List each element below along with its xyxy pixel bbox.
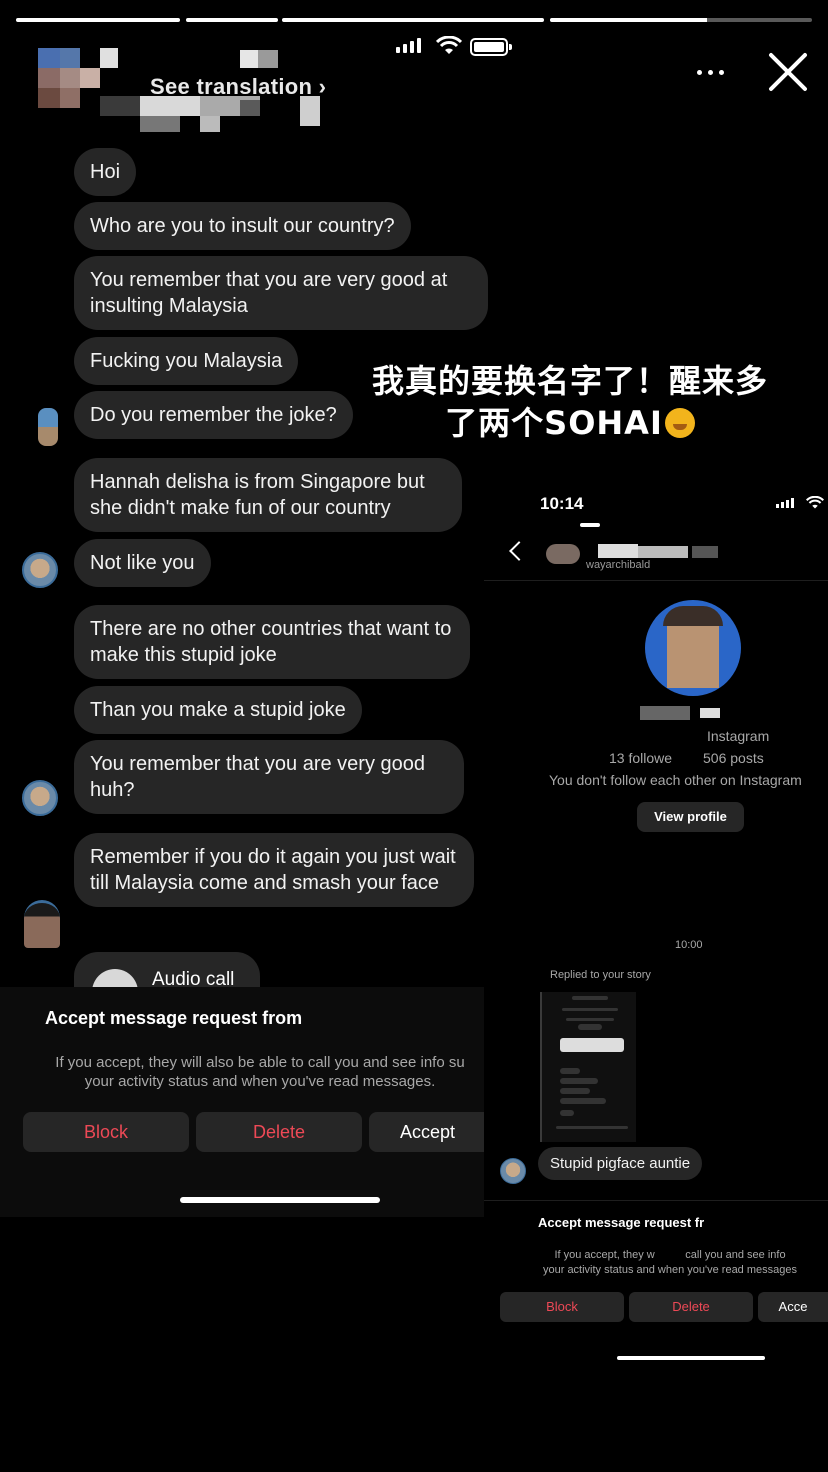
inset-request-info-line: your activity status and when you've rea… — [542, 1264, 797, 1276]
message-bubble: Hannah delisha is from Singapore but she… — [74, 458, 462, 532]
view-profile-button[interactable]: View profile — [637, 802, 744, 832]
message-bubble: Who are you to insult our country? — [74, 202, 411, 250]
wifi-icon — [436, 36, 462, 54]
inset-replied-label: Replied to your story — [550, 969, 651, 981]
inset-username: wayarchibald — [586, 559, 651, 571]
message-request-info-line: your activity status and when you've rea… — [84, 1073, 436, 1090]
message-bubble: Not like you — [74, 539, 211, 587]
pixelated-handle — [240, 50, 280, 68]
profile-hair — [663, 606, 723, 626]
inset-wifi-icon — [806, 496, 824, 509]
battery-icon — [470, 38, 512, 56]
inset-block-button[interactable]: Block — [500, 1292, 624, 1322]
pixelated-username — [100, 96, 360, 136]
overlay-line-1: 我真的要换名字了！醒来多 — [371, 362, 768, 400]
message-bubble: You remember that you are very good huh? — [74, 740, 464, 814]
inset-signal-icon — [776, 498, 794, 508]
block-button[interactable]: Block — [23, 1112, 189, 1152]
message-bubble: There are no other countries that want t… — [74, 605, 470, 679]
message-bubble: Remember if you do it again you just wai… — [74, 833, 474, 907]
inset-request-info-line: If you accept, they w call you and see i… — [554, 1249, 786, 1261]
more-options-icon[interactable] — [690, 62, 730, 82]
message-request-info: If you accept, they will also be able to… — [30, 1053, 490, 1091]
overlay-line-2-text: 了两个SOHAI — [445, 404, 663, 442]
progress-fill — [186, 18, 278, 22]
inset-accept-button[interactable]: Acce — [758, 1292, 828, 1322]
inset-followers: 13 followe — [609, 750, 673, 766]
inset-timestamp: 10:00 — [675, 939, 703, 951]
inset-divider — [484, 580, 828, 581]
home-indicator — [180, 1197, 380, 1203]
sender-avatar[interactable] — [22, 552, 58, 588]
inset-follow-note: You don't follow each other on Instagram — [549, 772, 802, 788]
inset-home-indicator — [617, 1356, 765, 1360]
signal-icon — [396, 38, 421, 53]
inset-reply-message: Stupid pigface auntie — [538, 1147, 703, 1180]
overlay-line-2: 了两个SOHAI — [360, 402, 780, 444]
message-bubble: Than you make a stupid joke — [74, 686, 362, 734]
progress-fill — [550, 18, 708, 22]
sender-avatar[interactable] — [22, 780, 58, 816]
message-request-info-line: If you accept, they will also be able to… — [55, 1054, 465, 1071]
message-bubble: Hoi — [74, 148, 137, 196]
story-progress-4 — [550, 18, 812, 22]
inset-request-info: If you accept, they w call you and see i… — [500, 1248, 828, 1278]
inset-dynamic-island — [580, 523, 600, 527]
story-overlay-text: 我真的要换名字了！醒来多 了两个SOHAI — [360, 360, 780, 444]
inset-delete-button[interactable]: Delete — [629, 1292, 753, 1322]
pixelated-avatar-small — [38, 408, 58, 446]
see-translation-link[interactable]: See translation › — [150, 74, 326, 100]
accept-button[interactable]: Accept — [369, 1112, 486, 1152]
inset-sheet-divider — [484, 1200, 828, 1201]
message-bubble: Fucking you Malaysia — [74, 337, 299, 385]
delete-button[interactable]: Delete — [196, 1112, 362, 1152]
message-bubble: Do you remember the joke? — [74, 391, 353, 439]
message-request-title: Accept message request from — [45, 1008, 303, 1028]
inset-request-title: Accept message request fr — [538, 1215, 705, 1230]
inset-pixelated-name — [640, 706, 746, 720]
see-translation-label: See translation — [150, 74, 313, 99]
message-bubble: You remember that you are very good at i… — [74, 256, 488, 330]
story-progress-1 — [16, 18, 180, 22]
inset-posts: 506 posts — [703, 750, 764, 766]
inset-sender-avatar[interactable] — [500, 1158, 526, 1184]
profile-face — [667, 618, 719, 688]
inset-platform: Instagram — [707, 728, 770, 744]
close-icon[interactable] — [766, 50, 810, 94]
pixelated-avatar-small — [24, 900, 60, 948]
story-progress-2 — [186, 18, 278, 22]
progress-fill — [282, 18, 544, 22]
laughing-emoji-icon — [664, 408, 695, 438]
inset-profile-picture[interactable] — [645, 600, 741, 696]
story-reply-thumbnail[interactable] — [540, 992, 636, 1142]
story-progress-3 — [282, 18, 544, 22]
inset-status-time: 10:14 — [540, 494, 584, 513]
progress-fill — [16, 18, 180, 22]
